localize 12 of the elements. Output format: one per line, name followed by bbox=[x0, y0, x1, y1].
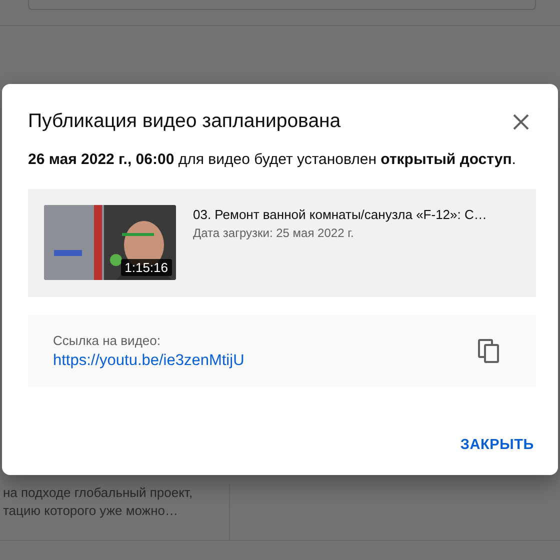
link-label: Ссылка на видео: bbox=[53, 332, 162, 348]
close-button[interactable]: ЗАКРЫТЬ bbox=[460, 431, 534, 459]
upload-date: Дата загрузки: 25 мая 2022 г. bbox=[193, 226, 355, 240]
duration-badge: 1:15:16 bbox=[120, 259, 172, 276]
message-text: 26 мая 2022 г., 06:00 для видео будет установлен открытый доступ. bbox=[28, 150, 517, 170]
video-title: 03. Ремонт ванной комнаты/санузла «F-12»: С… bbox=[193, 207, 487, 222]
description-text: на подходе глобальный проект, bbox=[3, 484, 194, 502]
close-icon[interactable] bbox=[512, 112, 530, 130]
dialog-title: Публикация видео запланирована bbox=[28, 110, 341, 133]
description-text: тацию которого уже можно… bbox=[3, 502, 179, 520]
video-link[interactable]: https://youtu.be/ie3zenMtijU bbox=[53, 352, 244, 370]
copy-icon[interactable] bbox=[478, 339, 500, 363]
